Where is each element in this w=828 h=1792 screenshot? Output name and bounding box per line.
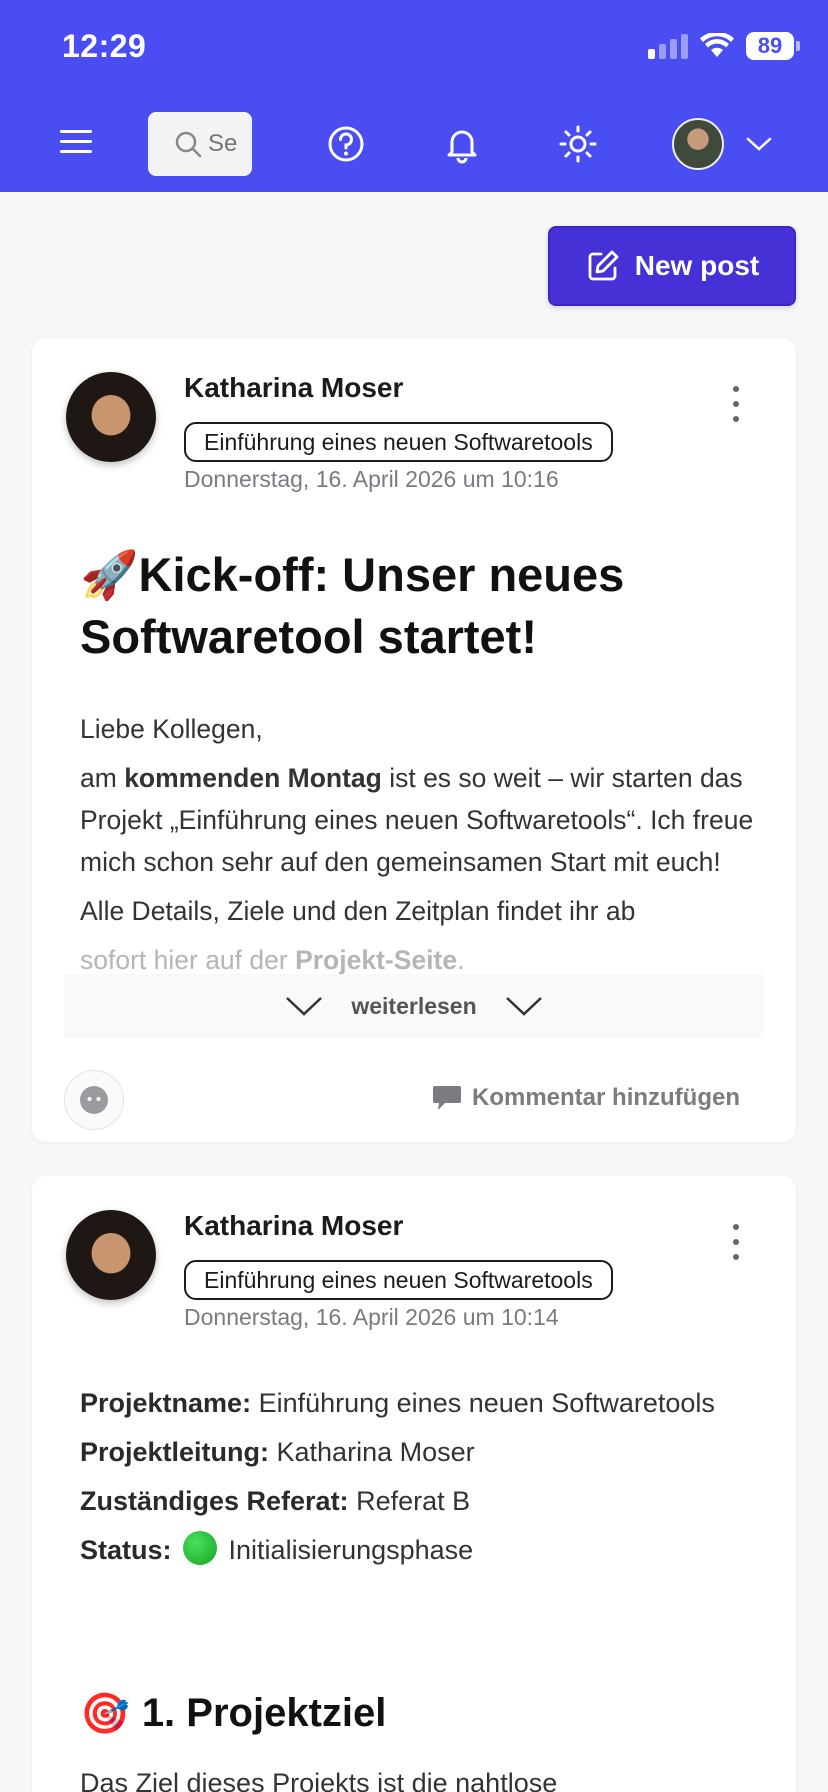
add-comment-label: Kommentar hinzufügen	[472, 1084, 740, 1111]
emphasis: kommenden Montag	[124, 763, 382, 793]
bell-icon[interactable]	[442, 124, 482, 164]
topic-tag[interactable]: Einführung eines neuen Softwaretools	[184, 422, 613, 462]
post-date: Donnerstag, 16. April 2026 um 10:16	[184, 466, 559, 492]
status-icons: 89	[648, 32, 800, 60]
section-title: 1. Projektziel	[141, 1691, 387, 1735]
post-card: Katharina Moser Einführung eines neuen S…	[32, 338, 796, 1142]
post-date: Donnerstag, 16. April 2026 um 10:14	[184, 1304, 559, 1330]
post-title-text: Kick-off: Unser neues Softwaretool start…	[80, 548, 625, 663]
text: sofort hier auf der	[80, 945, 296, 975]
meta-row: Projektleitung: Katharina Moser	[80, 1431, 760, 1473]
search-icon	[175, 131, 202, 158]
chevron-down-icon	[505, 997, 542, 1016]
user-avatar	[672, 118, 724, 170]
new-post-button[interactable]: New post	[548, 226, 796, 306]
post-paragraph: am kommenden Montag ist es so weit – wir…	[80, 757, 760, 883]
top-bar: 12:29 89	[0, 0, 828, 192]
meta-label: Projektname:	[80, 1388, 252, 1418]
rocket-icon: 🚀	[80, 548, 139, 601]
meta-label: Zuständiges Referat:	[80, 1486, 349, 1516]
project-page-link[interactable]: Projekt-Seite	[295, 945, 457, 975]
section-text: Das Ziel dieses Projekts ist die nahtlos…	[80, 1768, 558, 1792]
edit-icon	[588, 250, 619, 281]
meta-row: Projektname: Einführung eines neuen Soft…	[80, 1382, 760, 1424]
reaction-button[interactable]	[64, 1070, 124, 1130]
search-field[interactable]	[148, 112, 252, 176]
text: am	[80, 763, 125, 793]
meta-label: Projektleitung:	[80, 1437, 270, 1467]
meta-value: Referat B	[348, 1486, 471, 1516]
nav-row	[0, 110, 828, 180]
post-paragraph: Alle Details, Ziele und den Zeitplan fin…	[80, 896, 636, 926]
new-post-label: New post	[634, 250, 760, 281]
green-status-icon	[183, 1531, 218, 1565]
meta-value: Einführung eines neuen Softwaretools	[251, 1388, 715, 1418]
more-options-icon[interactable]	[730, 1224, 742, 1260]
more-options-icon[interactable]	[730, 386, 742, 422]
help-icon[interactable]	[326, 124, 366, 164]
author-name[interactable]: Katharina Moser	[184, 372, 403, 404]
section-heading: 🎯 1. Projektziel	[80, 1690, 386, 1737]
post-card: Katharina Moser Einführung eines neuen S…	[32, 1176, 796, 1792]
user-menu[interactable]	[672, 118, 772, 170]
post-greeting: Liebe Kollegen,	[80, 714, 263, 744]
meta-value: Initialisierungsphase	[221, 1535, 474, 1565]
search-input[interactable]	[208, 130, 238, 158]
author-avatar[interactable]	[66, 1210, 156, 1300]
target-icon: 🎯	[80, 1692, 130, 1736]
chevron-down-icon	[746, 137, 772, 151]
meta-label: Status:	[80, 1535, 172, 1565]
post-title: 🚀Kick-off: Unser neues Softwaretool star…	[80, 544, 760, 668]
author-name[interactable]: Katharina Moser	[184, 1210, 403, 1242]
meta-value: Katharina Moser	[269, 1437, 475, 1467]
theme-toggle-sun-icon[interactable]	[558, 124, 598, 164]
cellular-signal-icon	[648, 33, 688, 59]
chevron-down-icon	[286, 997, 323, 1016]
add-comment-button[interactable]: Kommentar hinzufügen	[432, 1084, 740, 1112]
comment-icon	[433, 1086, 461, 1110]
meta-row: Status: Initialisierungsphase	[80, 1529, 760, 1571]
topic-tag[interactable]: Einführung eines neuen Softwaretools	[184, 1260, 613, 1300]
meta-row: Zuständiges Referat: Referat B	[80, 1480, 760, 1522]
text: .	[457, 945, 465, 975]
status-time: 12:29	[62, 28, 147, 64]
battery-icon: 89	[746, 32, 800, 60]
author-avatar[interactable]	[66, 372, 156, 462]
project-meta: Projektname: Einführung eines neuen Soft…	[80, 1382, 760, 1578]
post-body: Liebe Kollegen, am kommenden Montag ist …	[80, 708, 760, 988]
wifi-icon	[700, 33, 734, 57]
read-more-button[interactable]: weiterlesen	[64, 974, 764, 1038]
smiley-icon	[80, 1086, 108, 1114]
hamburger-menu-icon[interactable]	[60, 130, 92, 154]
read-more-label: weiterlesen	[351, 992, 477, 1019]
